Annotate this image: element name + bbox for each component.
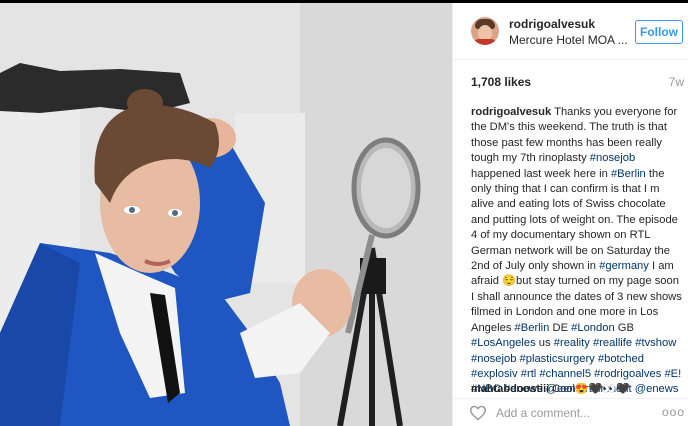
- comment-text: Cool😍🖤👀🖤: [549, 383, 630, 395]
- caption-text: GB: [614, 321, 634, 334]
- avatar-shirt: [473, 39, 497, 45]
- follow-button[interactable]: Follow: [635, 20, 683, 44]
- post-username[interactable]: rodrigoalvesuk: [509, 17, 595, 31]
- caption-text: the only thing that I can confirm is tha…: [471, 167, 678, 273]
- hashtag-link[interactable]: #reality: [554, 337, 590, 349]
- comment-username[interactable]: mahtabdoostiii: [471, 383, 549, 395]
- post-location[interactable]: Mercure Hotel MOA ...: [509, 33, 628, 47]
- add-comment-input[interactable]: Add a comment...: [496, 406, 590, 420]
- caption-text: happened last week here in: [471, 167, 611, 180]
- hashtag-link[interactable]: #LosAngeles: [471, 337, 536, 349]
- hashtag-link[interactable]: #nosejob: [590, 152, 635, 164]
- hashtag-link[interactable]: #Berlin: [515, 322, 550, 334]
- photo-illustration: [0, 3, 452, 426]
- add-comment-bar: Add a comment... ooo: [453, 398, 688, 426]
- post-age: 7w: [668, 75, 684, 89]
- caption-body: Thanks you everyone for the DM's this we…: [471, 106, 682, 395]
- post-side-panel: rodrigoalvesuk Mercure Hotel MOA ... Fol…: [452, 3, 688, 426]
- hashtag-link[interactable]: #rodrigoalves: [594, 368, 661, 380]
- hashtag-link[interactable]: #rtl: [521, 368, 537, 380]
- heart-icon[interactable]: [469, 405, 487, 421]
- more-options-icon[interactable]: ooo: [662, 405, 685, 419]
- post-caption: rodrigoalvesuk Thanks you everyone for t…: [471, 105, 683, 398]
- likes-count[interactable]: 1,708 likes: [471, 75, 531, 89]
- hashtag-link[interactable]: #Berlin: [611, 168, 646, 180]
- avatar[interactable]: [471, 17, 499, 45]
- caption-text: us: [535, 337, 554, 350]
- hashtag-link[interactable]: #tvshow: [635, 337, 676, 349]
- comment-item: mahtabdoostiii Cool😍🖤👀🖤: [471, 383, 683, 395]
- hashtag-link[interactable]: #channel5: [539, 368, 591, 380]
- post-header: rodrigoalvesuk Mercure Hotel MOA ... Fol…: [453, 3, 688, 60]
- hashtag-link[interactable]: #botched: [598, 353, 644, 365]
- hashtag-link[interactable]: #nosejob: [471, 353, 516, 365]
- hashtag-link[interactable]: #germany: [599, 260, 649, 272]
- post-photo[interactable]: [0, 3, 452, 426]
- hashtag-link[interactable]: #E!: [664, 368, 681, 380]
- hashtag-link[interactable]: #plasticsurgery: [520, 353, 595, 365]
- caption-text: DE: [549, 321, 572, 334]
- caption-username[interactable]: rodrigoalvesuk: [471, 106, 551, 118]
- hashtag-link[interactable]: #reallife: [593, 337, 632, 349]
- hashtag-link[interactable]: #London: [571, 322, 615, 334]
- hashtag-link[interactable]: #explosiv: [471, 368, 518, 380]
